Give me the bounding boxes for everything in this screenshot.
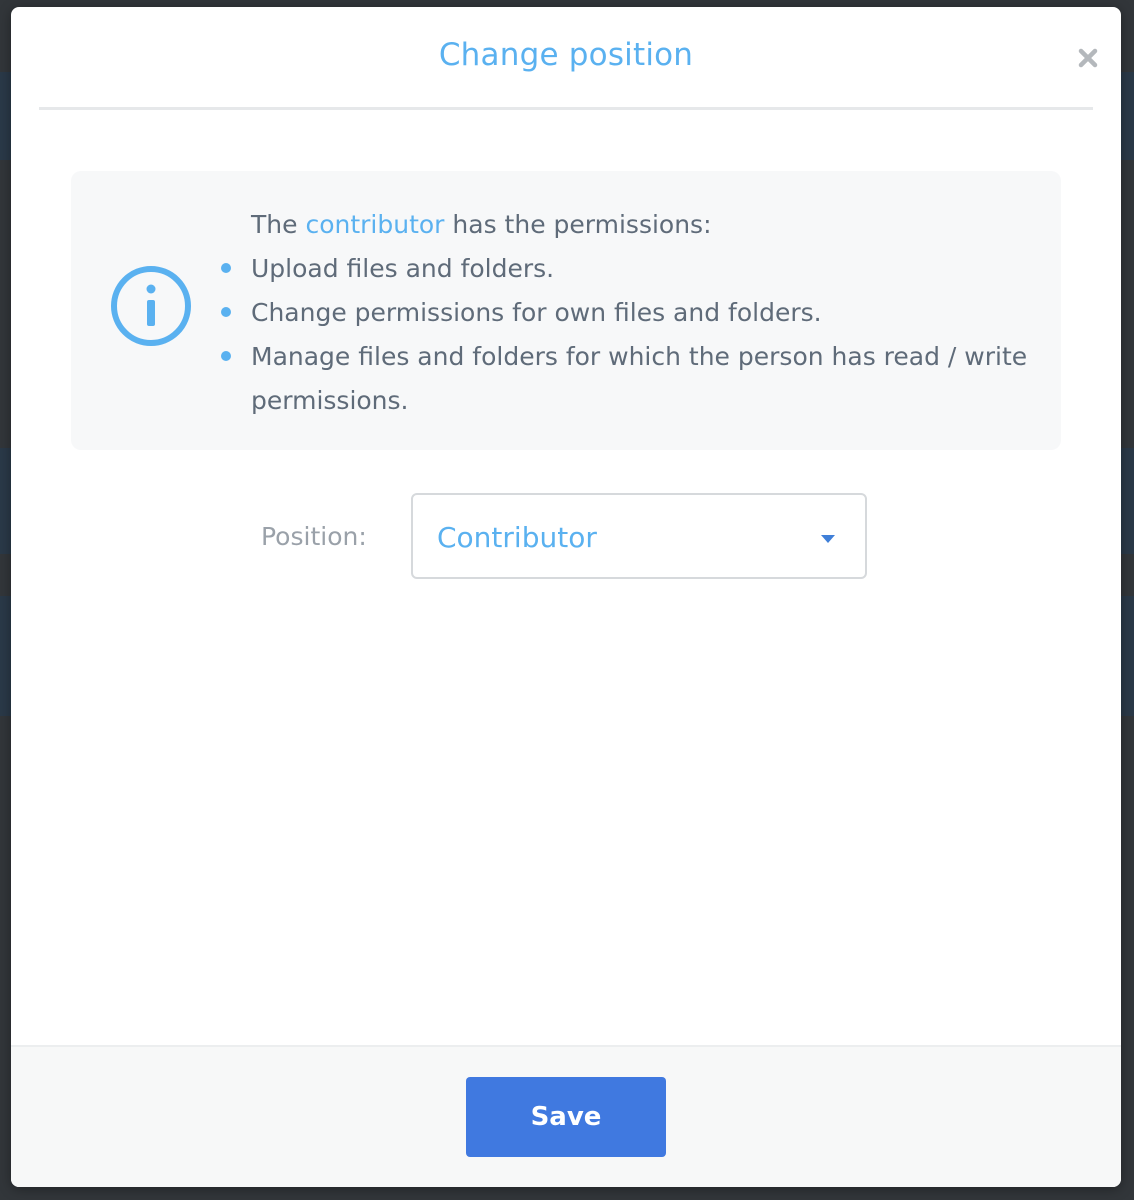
position-select[interactable]: Contributor	[411, 493, 867, 579]
permissions-info-box: The contributor has the permissions: Upl…	[71, 171, 1061, 450]
intro-prefix: The	[251, 210, 306, 239]
change-position-dialog: Change position The contributor has the …	[11, 7, 1121, 1187]
chevron-down-icon	[821, 535, 835, 543]
bullet-icon	[221, 263, 231, 273]
permissions-description: The contributor has the permissions: Upl…	[221, 203, 1041, 423]
role-name: contributor	[305, 210, 445, 239]
position-label: Position:	[261, 521, 367, 551]
permission-item: Manage files and folders for which the p…	[221, 335, 1041, 423]
dialog-header: Change position	[39, 7, 1098, 110]
bullet-icon	[221, 351, 231, 361]
permissions-list: Upload files and folders. Change permiss…	[221, 247, 1041, 423]
dialog-footer: Save	[11, 1045, 1121, 1187]
intro-suffix: has the permissions:	[444, 210, 712, 239]
info-icon	[111, 266, 191, 346]
dialog-title: Change position	[438, 37, 694, 73]
close-icon	[1078, 48, 1098, 68]
permission-item: Upload files and folders.	[221, 247, 1041, 291]
bullet-icon	[221, 307, 231, 317]
permission-item: Change permissions for own files and fol…	[221, 291, 1041, 335]
save-button[interactable]: Save	[466, 1077, 666, 1157]
permissions-intro: The contributor has the permissions:	[251, 203, 1041, 247]
close-button[interactable]	[1071, 41, 1105, 75]
permission-text: Manage files and folders for which the p…	[251, 342, 1028, 415]
permission-text: Upload files and folders.	[251, 254, 555, 283]
position-selected-value: Contributor	[437, 521, 597, 554]
position-field-row: Position: Contributor	[261, 491, 867, 581]
permission-text: Change permissions for own files and fol…	[251, 298, 822, 327]
